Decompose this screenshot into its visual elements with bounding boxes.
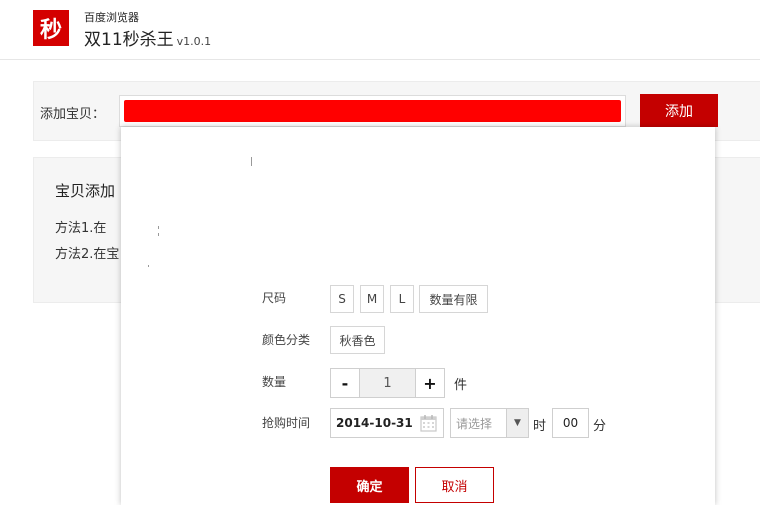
loading-artifact xyxy=(148,265,149,267)
item-url-input[interactable] xyxy=(119,95,626,127)
chevron-down-icon[interactable]: ▼ xyxy=(506,409,528,437)
quantity-stepper: - 1 + xyxy=(330,368,445,398)
app-header: 秒 百度浏览器 双11秒杀王 v1.0.1 xyxy=(0,0,760,60)
size-option-s[interactable]: S xyxy=(330,285,354,313)
quantity-unit: 件 xyxy=(454,378,468,393)
method-1-text: 方法1.在 xyxy=(55,221,107,236)
loading-artifact xyxy=(158,226,159,229)
quantity-label: 数量 xyxy=(262,375,287,389)
app-logo: 秒 xyxy=(33,10,69,46)
logo-glyph: 秒 xyxy=(39,18,62,43)
hour-unit: 时 xyxy=(533,419,547,434)
app-subtitle: 百度浏览器 xyxy=(84,11,139,24)
size-option-l[interactable]: L xyxy=(390,285,414,313)
item-options-popup: 尺码 S M L 数量有限 颜色分类 秋香色 数量 - 1 + 件 抢购时间 2… xyxy=(121,127,715,505)
size-option-m[interactable]: M xyxy=(360,285,384,313)
hour-select[interactable]: 请选择 ▼ xyxy=(450,408,529,438)
loading-artifact xyxy=(158,233,159,236)
app-title: 双11秒杀王 v1.0.1 xyxy=(84,25,211,50)
size-label: 尺码 xyxy=(262,291,287,305)
minute-unit: 分 xyxy=(593,419,607,434)
confirm-button[interactable]: 确定 xyxy=(330,467,409,503)
size-option-limited[interactable]: 数量有限 xyxy=(419,285,488,313)
color-option-qiuxiang[interactable]: 秋香色 xyxy=(330,326,385,354)
add-button[interactable]: 添加 xyxy=(640,94,718,127)
redacted-url xyxy=(124,100,621,122)
color-label: 颜色分类 xyxy=(262,333,311,347)
purchase-time-label: 抢购时间 xyxy=(262,416,311,430)
instructions-title: 宝贝添加 xyxy=(55,182,116,200)
app-version: v1.0.1 xyxy=(176,35,212,48)
cancel-button[interactable]: 取消 xyxy=(415,467,494,503)
quantity-decrement-button[interactable]: - xyxy=(331,369,359,397)
method-2-text: 方法2.在宝 xyxy=(55,247,120,262)
quantity-value[interactable]: 1 xyxy=(359,369,416,397)
quantity-increment-button[interactable]: + xyxy=(416,369,444,397)
calendar-icon[interactable] xyxy=(420,414,437,432)
add-item-label: 添加宝贝： xyxy=(40,107,106,122)
loading-artifact xyxy=(251,157,252,166)
minute-input[interactable]: 00 xyxy=(552,408,589,438)
hour-select-placeholder: 请选择 xyxy=(456,416,493,431)
app-title-text: 双11秒杀王 xyxy=(84,30,174,50)
